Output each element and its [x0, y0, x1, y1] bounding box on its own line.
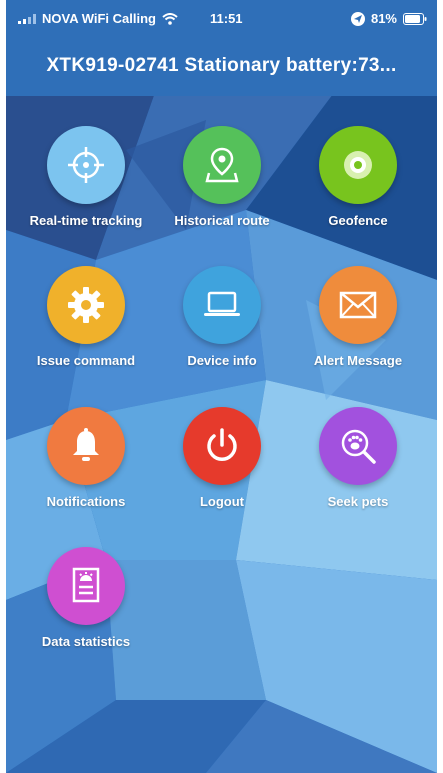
- menu-item-real-time-tracking[interactable]: Real-time tracking: [16, 96, 156, 228]
- menu-icon-circle: [183, 266, 261, 344]
- menu-item-issue-command[interactable]: Issue command: [16, 236, 156, 368]
- status-bar: NOVA WiFi Calling 11:51 81%: [6, 0, 437, 38]
- location-arrow-icon: [350, 11, 365, 26]
- power-icon: [207, 428, 237, 461]
- menu-item-data-statistics[interactable]: Data statistics: [16, 517, 156, 649]
- title-bar: XTK919-02741 Stationary battery:73...: [6, 38, 437, 96]
- page-title: XTK919-02741 Stationary battery:73...: [46, 55, 397, 76]
- menu-item-seek-pets[interactable]: Seek pets: [288, 377, 428, 509]
- bell-icon: [73, 428, 99, 461]
- menu-item-label: Notifications: [46, 494, 126, 509]
- menu-item-alert-message[interactable]: Alert Message: [288, 236, 428, 368]
- menu-item-label: Real-time tracking: [29, 213, 143, 228]
- menu-icon-circle: [319, 407, 397, 485]
- menu-item-historical-route[interactable]: Historical route: [152, 96, 292, 228]
- wifi-icon: [162, 12, 178, 25]
- menu-item-device-info[interactable]: Device info: [152, 236, 292, 368]
- menu-item-notifications[interactable]: Notifications: [16, 377, 156, 509]
- menu-item-label: Geofence: [328, 213, 388, 228]
- menu-icon-circle: [183, 126, 261, 204]
- status-left: NOVA WiFi Calling: [18, 11, 178, 26]
- menu-icon-circle: [183, 407, 261, 485]
- menu-item-label: Data statistics: [41, 634, 131, 649]
- map-pin-icon: [205, 147, 239, 183]
- menu-item-label: Seek pets: [327, 494, 389, 509]
- battery-percent: 81%: [370, 11, 397, 26]
- menu-item-label: Issue command: [36, 353, 136, 368]
- menu-grid: Real-time tracking Historical route Geof…: [6, 96, 437, 773]
- menu-item-label: Alert Message: [313, 353, 403, 368]
- status-right: 81%: [350, 11, 427, 26]
- menu-item-label: Historical route: [174, 213, 270, 228]
- menu-icon-circle: [319, 266, 397, 344]
- report-icon: [72, 567, 100, 603]
- status-time: 11:51: [210, 11, 243, 26]
- target-icon: [344, 151, 372, 179]
- laptop-icon: [204, 291, 240, 316]
- carrier-label: NOVA WiFi Calling: [42, 11, 156, 26]
- phone-screen: NOVA WiFi Calling 11:51 81% XTK919-02741…: [6, 0, 437, 773]
- menu-item-logout[interactable]: Logout: [152, 377, 292, 509]
- menu-icon-circle: [47, 126, 125, 204]
- gear-icon: [68, 287, 104, 323]
- menu-item-geofence[interactable]: Geofence: [288, 96, 428, 228]
- menu-icon-circle: [319, 126, 397, 204]
- menu-icon-circle: [47, 407, 125, 485]
- battery-icon: [403, 12, 427, 25]
- signal-icon: [18, 13, 36, 24]
- menu-item-label: Logout: [199, 494, 245, 509]
- menu-item-label: Device info: [187, 353, 257, 368]
- paw-search-icon: [341, 429, 376, 464]
- envelope-icon: [339, 291, 377, 319]
- crosshair-icon: [68, 147, 104, 183]
- menu-icon-circle: [47, 547, 125, 625]
- menu-icon-circle: [47, 266, 125, 344]
